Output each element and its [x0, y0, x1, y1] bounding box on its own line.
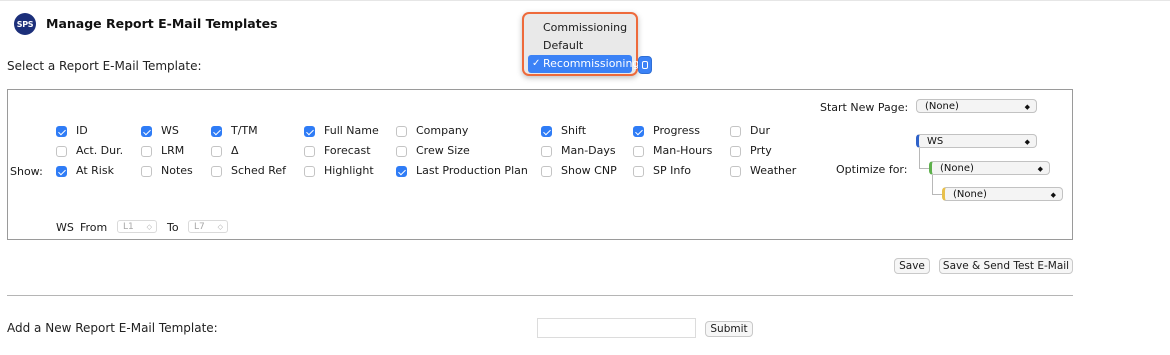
- column-checkbox[interactable]: [56, 166, 67, 177]
- column-checkbox-label[interactable]: Full Name: [324, 124, 379, 137]
- sps-logo: SPS: [14, 13, 36, 35]
- add-template-label: Add a New Report E-Mail Template:: [7, 321, 218, 335]
- start-new-page-select[interactable]: (None) ◆: [916, 99, 1037, 113]
- column-checkbox[interactable]: [633, 126, 644, 137]
- template-select-label: Select a Report E-Mail Template:: [7, 59, 202, 73]
- column-checkbox-label[interactable]: Prty: [750, 144, 772, 157]
- column-checkbox-label[interactable]: WS: [161, 124, 179, 137]
- column-checkbox-label[interactable]: T/TM: [231, 124, 258, 137]
- optimize-level-2-select[interactable]: (None) ◆: [929, 161, 1050, 175]
- tree-connector: [919, 168, 929, 169]
- column-checkbox-label[interactable]: LRM: [161, 144, 184, 157]
- to-label: To: [167, 221, 179, 234]
- column-checkbox[interactable]: [633, 146, 644, 157]
- column-checkbox-label[interactable]: Highlight: [324, 164, 374, 177]
- select-arrow-icon[interactable]: [638, 56, 652, 74]
- column-checkbox-label[interactable]: Man-Hours: [653, 144, 712, 157]
- column-checkbox[interactable]: [541, 166, 552, 177]
- column-checkbox-label[interactable]: ID: [76, 124, 88, 137]
- chevron-updown-icon: ◆: [1050, 191, 1056, 199]
- column-checkbox[interactable]: [141, 126, 152, 137]
- column-checkbox[interactable]: [211, 126, 222, 137]
- new-template-name-input[interactable]: [537, 318, 696, 338]
- column-checkbox-label[interactable]: Progress: [653, 124, 700, 137]
- column-checkbox[interactable]: [56, 126, 67, 137]
- column-checkbox-label[interactable]: Show CNP: [561, 164, 617, 177]
- tree-connector: [932, 175, 933, 195]
- chevron-updown-icon: ◆: [1037, 165, 1043, 173]
- column-checkbox[interactable]: [304, 126, 315, 137]
- column-checkbox[interactable]: [141, 146, 152, 157]
- column-checkbox[interactable]: [56, 146, 67, 157]
- column-checkbox-label[interactable]: Shift: [561, 124, 586, 137]
- column-checkbox-label[interactable]: Forecast: [324, 144, 371, 157]
- start-new-page-label: Start New Page:: [820, 101, 909, 114]
- optimize-level-3-select[interactable]: (None) ◆: [942, 187, 1063, 201]
- column-checkbox[interactable]: [211, 166, 222, 177]
- from-label: From: [80, 221, 108, 234]
- chevron-updown-icon: ◆: [1024, 138, 1030, 146]
- column-checkbox-label[interactable]: Sched Ref: [231, 164, 286, 177]
- optimize-level-2-value: (None): [940, 163, 974, 174]
- optimize-for-label: Optimize for:: [836, 163, 908, 176]
- dropdown-option-commissioning[interactable]: Commissioning: [524, 19, 636, 37]
- ws-from-select[interactable]: L1 ◇: [117, 220, 157, 233]
- option-label: Default: [543, 39, 584, 52]
- column-checkbox-label[interactable]: Weather: [750, 164, 796, 177]
- ws-to-value: L7: [194, 222, 205, 232]
- optimize-level-3-value: (None): [953, 189, 987, 200]
- section-divider: [7, 295, 1073, 296]
- chevron-updown-icon: ◇: [146, 223, 152, 231]
- column-checkbox[interactable]: [141, 166, 152, 177]
- column-checkbox[interactable]: [541, 126, 552, 137]
- column-checkbox[interactable]: [396, 146, 407, 157]
- column-checkbox-label[interactable]: Last Production Plan: [416, 164, 528, 177]
- tree-connector: [919, 148, 920, 169]
- column-checkbox-label[interactable]: Man-Days: [561, 144, 616, 157]
- column-checkbox[interactable]: [211, 146, 222, 157]
- submit-button[interactable]: Submit: [705, 321, 753, 337]
- checkmark-icon: ✓: [532, 58, 541, 69]
- logo-text: SPS: [16, 19, 34, 29]
- save-button[interactable]: Save: [894, 258, 930, 274]
- optimize-level-1-select[interactable]: WS ◆: [916, 134, 1037, 148]
- tree-connector: [932, 194, 942, 195]
- chevron-updown-icon: ◇: [217, 223, 223, 231]
- option-label: Recommissioning: [543, 57, 640, 70]
- column-checkbox[interactable]: [730, 166, 741, 177]
- column-checkbox-label[interactable]: Dur: [750, 124, 770, 137]
- column-checkbox-label[interactable]: SP Info: [653, 164, 691, 177]
- column-checkbox-label[interactable]: Company: [416, 124, 468, 137]
- column-checkbox-label[interactable]: Act. Dur.: [76, 144, 123, 157]
- column-checkbox-label[interactable]: Notes: [161, 164, 193, 177]
- chevron-updown-icon: ◆: [1024, 103, 1030, 111]
- start-new-page-value: (None): [925, 101, 959, 112]
- show-label: Show:: [10, 165, 43, 178]
- column-checkbox-label[interactable]: Crew Size: [416, 144, 470, 157]
- column-checkbox[interactable]: [304, 146, 315, 157]
- column-checkbox[interactable]: [730, 126, 741, 137]
- column-checkbox[interactable]: [396, 126, 407, 137]
- ws-from-value: L1: [123, 222, 134, 232]
- column-checkbox[interactable]: [396, 166, 407, 177]
- column-checkbox[interactable]: [304, 166, 315, 177]
- template-dropdown-menu[interactable]: Commissioning Default ✓ Recommissioning: [522, 12, 639, 76]
- column-checkbox-label[interactable]: Δ: [231, 144, 239, 157]
- ws-to-select[interactable]: L7 ◇: [188, 220, 228, 233]
- save-send-test-email-button[interactable]: Save & Send Test E-Mail: [939, 258, 1073, 274]
- column-checkbox[interactable]: [541, 146, 552, 157]
- top-divider: [0, 0, 1170, 1]
- dropdown-option-default[interactable]: Default: [524, 37, 636, 55]
- option-label: Commissioning: [543, 21, 628, 34]
- ws-range-label: WS: [56, 221, 74, 234]
- optimize-level-1-value: WS: [927, 136, 944, 147]
- page-title: Manage Report E-Mail Templates: [46, 16, 278, 31]
- dropdown-option-recommissioning[interactable]: ✓ Recommissioning: [528, 55, 639, 73]
- column-checkbox[interactable]: [633, 166, 644, 177]
- column-checkbox[interactable]: [730, 146, 741, 157]
- column-checkbox-label[interactable]: At Risk: [76, 164, 114, 177]
